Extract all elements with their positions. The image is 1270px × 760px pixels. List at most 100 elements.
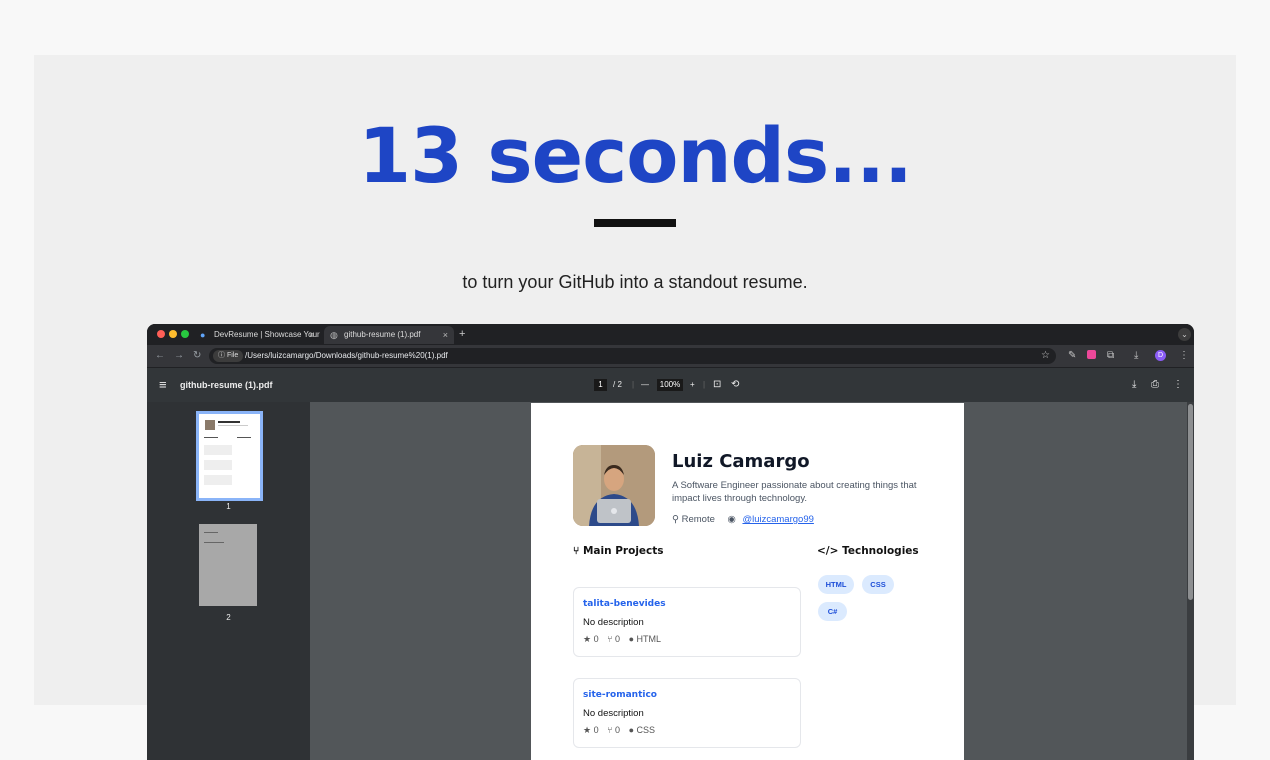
zoom-in-button[interactable]: + [690, 379, 695, 391]
tab-search-chevron-icon[interactable]: ⌄ [1178, 328, 1191, 341]
project-forks: 0 [615, 634, 621, 644]
project-name-link[interactable]: talita-benevides [583, 599, 666, 609]
language-dot-icon: ● [628, 634, 635, 644]
page-thumbnail-2[interactable] [199, 524, 257, 606]
resume-meta: ⚲ Remote ◉ @luizcamargo99 [672, 514, 814, 525]
thumbnail-line [218, 421, 240, 423]
tab-devresume[interactable]: ● DevResume | Showcase Your × [194, 326, 320, 344]
page-thumbnail-1[interactable] [196, 411, 263, 501]
globe-favicon-icon: ◍ [330, 330, 338, 340]
code-icon: </> [817, 545, 839, 557]
fork-icon: ⑂ [607, 634, 613, 644]
pdf-page: Luiz Camargo A Software Engineer passion… [531, 403, 964, 760]
site-info-chip[interactable]: ⓘ File [213, 350, 244, 362]
downloads-icon[interactable]: ⤓ [1134, 349, 1138, 363]
project-card: talita-benevides No description ★ 0 ⑂ 0 … [573, 587, 801, 657]
new-tab-button[interactable]: + [459, 326, 465, 342]
thumbnail-line [204, 542, 224, 543]
resume-name: Luiz Camargo [672, 451, 810, 472]
thumbnail-label-2: 2 [226, 613, 231, 622]
project-stars: 0 [593, 725, 599, 735]
main-projects-heading: ⑂ Main Projects [573, 545, 664, 557]
tab-close-icon[interactable]: × [309, 326, 314, 344]
tab-close-icon[interactable]: × [443, 326, 448, 344]
thumbnail-sidebar: 1 2 [147, 402, 310, 760]
tech-tag-css: CSS [862, 575, 894, 594]
tab-title: github-resume (1).pdf [344, 330, 421, 339]
page-number-input[interactable]: 1 [594, 379, 607, 391]
more-actions-icon[interactable]: ⋮ [1173, 379, 1183, 391]
project-stars: 0 [593, 634, 599, 644]
thumbnail-line [204, 437, 218, 438]
project-name-link[interactable]: site-romantico [583, 690, 657, 700]
close-window-button[interactable] [157, 330, 165, 338]
profile-avatar[interactable]: D [1155, 350, 1166, 361]
tab-title: DevResume | Showcase Your [214, 330, 320, 339]
forward-arrow-icon[interactable]: → [174, 349, 184, 363]
subtitle: to turn your GitHub into a standout resu… [462, 272, 808, 292]
thumbnail-label-1: 1 [226, 502, 231, 511]
fork-icon: ⑂ [607, 725, 613, 735]
pen-extension-icon[interactable]: ✎ [1068, 349, 1076, 363]
profile-photo [573, 445, 655, 526]
github-icon: ◉ [727, 514, 736, 525]
tech-tag-csharp: C# [818, 602, 847, 621]
pdf-filename: github-resume (1).pdf [180, 380, 273, 390]
scrollbar-thumb[interactable] [1188, 404, 1193, 600]
thumbnail-card [204, 475, 232, 485]
tab-bar: ● DevResume | Showcase Your × ◍ github-r… [147, 324, 1194, 344]
browser-menu-icon[interactable]: ⋮ [1179, 349, 1189, 363]
project-stats: ★ 0 ⑂ 0 ● HTML [583, 634, 661, 645]
resume-bio: A Software Engineer passionate about cre… [672, 480, 917, 504]
project-description: No description [583, 617, 644, 628]
thumbnail-line [204, 532, 218, 533]
bookmark-star-icon[interactable]: ☆ [1041, 349, 1050, 363]
pdf-toolbar: ≡ github-resume (1).pdf 1 / 2 | — 100% +… [147, 368, 1194, 403]
git-branch-icon: ⑂ [573, 545, 580, 557]
resume-location: Remote [681, 514, 715, 525]
thumbnail-line [218, 425, 248, 426]
instagram-extension-icon[interactable] [1087, 350, 1096, 359]
project-card: site-romantico No description ★ 0 ⑂ 0 ● … [573, 678, 801, 748]
toolbar-divider: | [703, 380, 706, 389]
technologies-label: Technologies [842, 545, 919, 557]
extensions-puzzle-icon[interactable]: ⧉ [1107, 349, 1114, 363]
thumbnail-photo [205, 420, 215, 430]
print-icon[interactable]: ⎙ [1151, 379, 1159, 391]
github-favicon-icon: ● [200, 330, 206, 340]
star-icon: ★ [583, 634, 592, 644]
tab-github-resume-pdf[interactable]: ◍ github-resume (1).pdf × [324, 326, 454, 344]
thumbnail-card [204, 460, 232, 470]
technologies-heading: </> Technologies [817, 545, 919, 557]
thumbnail-line [237, 437, 251, 438]
toolbar-divider: | [632, 380, 635, 389]
project-forks: 0 [615, 725, 621, 735]
zoom-level-input[interactable]: 100% [657, 379, 683, 391]
project-language: HTML [636, 634, 662, 644]
thumbnails-menu-icon[interactable]: ≡ [159, 378, 167, 392]
project-language: CSS [636, 725, 656, 735]
headline-underline [594, 219, 676, 227]
location-pin-icon: ⚲ [672, 514, 679, 525]
maximize-window-button[interactable] [181, 330, 189, 338]
pdf-viewer: Luiz Camargo A Software Engineer passion… [310, 402, 1187, 760]
language-dot-icon: ● [628, 725, 635, 735]
page-total: / 2 [613, 380, 622, 389]
address-url[interactable]: /Users/luizcamargo/Downloads/github-resu… [245, 348, 448, 364]
browser-toolbar: ← → ↻ ⓘ File /Users/luizcamargo/Download… [147, 345, 1194, 367]
download-icon[interactable]: ⤓ [1132, 379, 1136, 391]
tech-tag-html: HTML [818, 575, 854, 594]
back-arrow-icon[interactable]: ← [155, 349, 165, 363]
zoom-out-button[interactable]: — [641, 379, 649, 391]
headline: 13 seconds... [358, 111, 913, 200]
minimize-window-button[interactable] [169, 330, 177, 338]
reload-icon[interactable]: ↻ [193, 349, 201, 363]
address-bar[interactable]: ⓘ File /Users/luizcamargo/Downloads/gith… [209, 348, 1056, 364]
github-profile-link[interactable]: @luizcamargo99 [742, 514, 813, 525]
main-projects-label: Main Projects [582, 545, 664, 557]
rotate-icon[interactable]: ⟲ [731, 379, 739, 391]
project-description: No description [583, 708, 644, 719]
fit-page-icon[interactable]: ⊡ [713, 379, 721, 391]
profile-photo-image [573, 445, 655, 526]
browser-window: ● DevResume | Showcase Your × ◍ github-r… [147, 324, 1194, 760]
